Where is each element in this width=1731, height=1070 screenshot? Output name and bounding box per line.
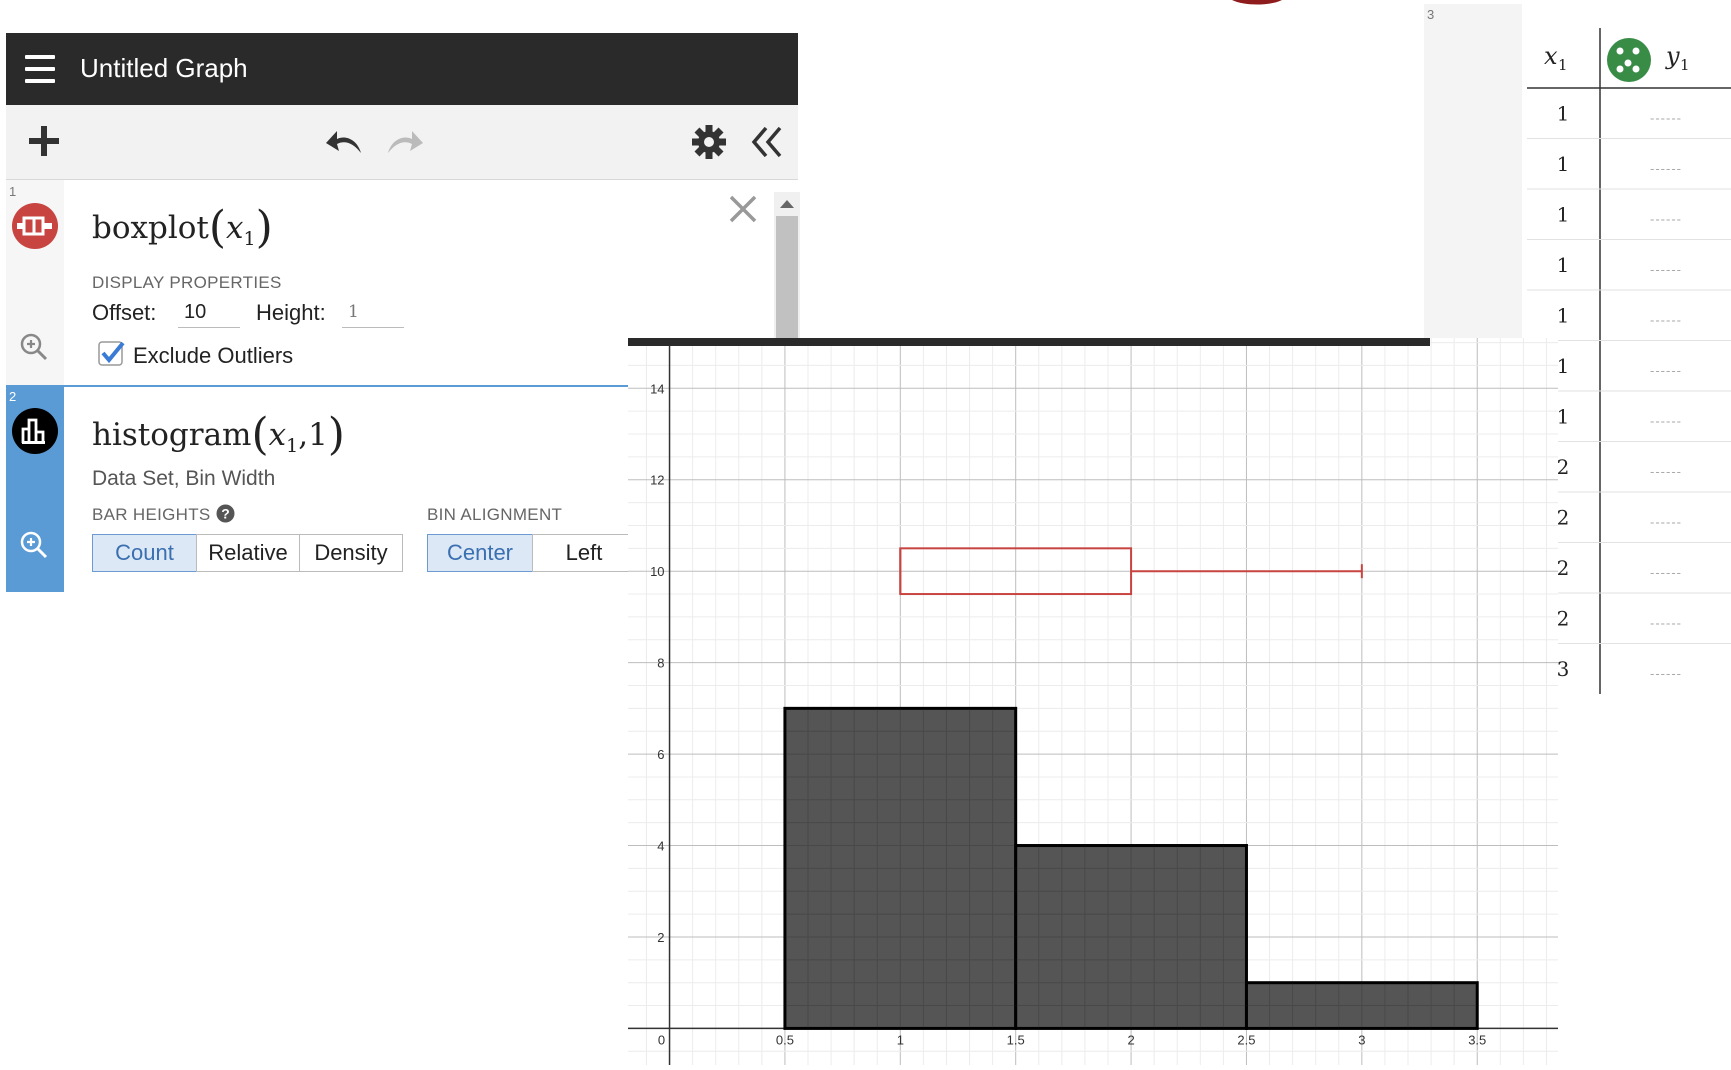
table-cell-y1-placeholder[interactable]: ------ bbox=[1650, 363, 1682, 378]
table-cell-x1[interactable]: 1 bbox=[1557, 152, 1570, 176]
bar-heights-label: BAR HEIGHTS bbox=[92, 505, 211, 524]
expression-number: 2 bbox=[9, 389, 17, 404]
help-icon[interactable]: ? bbox=[216, 504, 235, 523]
table-cell-x1[interactable]: 2 bbox=[1557, 556, 1570, 580]
table-cell-x1[interactable]: 1 bbox=[1557, 253, 1570, 277]
graph-header: Untitled Graph bbox=[6, 33, 798, 105]
table-cell-y1-placeholder[interactable]: ------ bbox=[1650, 161, 1682, 176]
y-tick-label: 10 bbox=[650, 564, 664, 579]
exclude-outliers-checkbox[interactable] bbox=[98, 340, 125, 367]
decorative-fragment bbox=[1232, 0, 1282, 5]
series-point-dot bbox=[1632, 65, 1640, 73]
table-cell-y1-placeholder[interactable]: ------ bbox=[1650, 666, 1682, 681]
height-input[interactable]: 1 bbox=[342, 297, 404, 328]
offset-input[interactable]: 10 bbox=[178, 297, 240, 328]
hamburger-menu-icon[interactable] bbox=[25, 55, 55, 83]
y-tick-label: 4 bbox=[657, 839, 664, 854]
series-point-dot bbox=[1616, 65, 1624, 73]
table-cell-y1-placeholder[interactable]: ------ bbox=[1650, 262, 1682, 277]
x-tick-label: 0 bbox=[658, 1032, 665, 1047]
scroll-up-arrow-icon[interactable] bbox=[780, 200, 794, 208]
table-cell-y1-placeholder[interactable]: ------ bbox=[1650, 464, 1682, 479]
table-cell-x1[interactable]: 1 bbox=[1557, 404, 1570, 428]
expression-latex[interactable]: histogram(x1,1) bbox=[92, 409, 345, 460]
table-cell-x1[interactable]: 1 bbox=[1557, 303, 1570, 327]
series-point-dot bbox=[1624, 59, 1632, 67]
series-point-dot bbox=[1632, 47, 1640, 55]
expression-gutter: 1 bbox=[6, 180, 64, 385]
function-arg-subscript: 1 bbox=[243, 228, 256, 251]
table-cell-y1-placeholder[interactable]: ------ bbox=[1650, 565, 1682, 580]
column-header-y1-subscript: 1 bbox=[1680, 56, 1690, 74]
boxplot-icon[interactable] bbox=[11, 202, 59, 250]
table-cell-x1[interactable]: 2 bbox=[1557, 505, 1570, 529]
x-tick-label: 0.5 bbox=[776, 1032, 794, 1047]
function-arg: x bbox=[226, 210, 244, 246]
table-cell-x1[interactable]: 1 bbox=[1557, 101, 1570, 125]
table-cell-x1[interactable]: 2 bbox=[1557, 606, 1570, 630]
column-header-x1-subscript: 1 bbox=[1558, 56, 1568, 74]
expression-toolbar bbox=[6, 105, 798, 180]
bar-heights-relative-button[interactable]: Relative bbox=[196, 534, 300, 572]
redo-icon[interactable] bbox=[384, 127, 424, 157]
table-cell-y1-placeholder[interactable]: ------ bbox=[1650, 413, 1682, 428]
x-tick-label: 3.5 bbox=[1468, 1032, 1486, 1047]
graph-paper[interactable]: 0 0.5 1 1.5 2 2.5 3 3.5 2 4 6 8 10 12 14 bbox=[628, 338, 1558, 1065]
zoom-fit-icon[interactable] bbox=[19, 530, 49, 560]
column-header-x1[interactable]: x bbox=[1544, 42, 1558, 70]
column-header-y1[interactable]: y bbox=[1665, 42, 1680, 70]
expression-gutter-selected: 2 bbox=[6, 387, 64, 592]
graph-canvas[interactable]: 0 0.5 1 1.5 2 2.5 3 3.5 2 4 6 8 10 12 14 bbox=[628, 338, 1558, 1065]
function-hint: Data Set, Bin Width bbox=[92, 467, 276, 490]
expression-number: 1 bbox=[9, 184, 17, 199]
function-arg-2: 1 bbox=[308, 417, 328, 453]
function-arg: x bbox=[268, 417, 287, 453]
function-name: boxplot bbox=[92, 210, 209, 246]
graph-title[interactable]: Untitled Graph bbox=[80, 53, 248, 84]
offset-label: Offset: bbox=[92, 300, 157, 325]
histogram-icon[interactable] bbox=[11, 407, 59, 455]
y-tick-label: 8 bbox=[657, 656, 664, 671]
y-tick-label: 6 bbox=[657, 747, 664, 762]
undo-icon[interactable] bbox=[325, 127, 365, 157]
add-item-icon[interactable] bbox=[28, 125, 60, 157]
table-cell-y1-placeholder[interactable]: ------ bbox=[1650, 312, 1682, 327]
svg-text:?: ? bbox=[221, 506, 230, 522]
table-cell-y1-placeholder[interactable]: ------ bbox=[1650, 615, 1682, 630]
series-point-dot bbox=[1616, 47, 1624, 55]
bin-alignment-left-button[interactable]: Left bbox=[532, 534, 636, 572]
table-cell-y1-placeholder[interactable]: ------ bbox=[1650, 514, 1682, 529]
function-arg-subscript: 1 bbox=[286, 435, 299, 458]
table-cell-x1[interactable]: 2 bbox=[1557, 455, 1570, 479]
settings-gear-icon[interactable] bbox=[692, 125, 726, 159]
table-cell-x1[interactable]: 1 bbox=[1557, 202, 1570, 226]
collapse-list-icon[interactable] bbox=[750, 125, 784, 159]
table-cell-y1-placeholder[interactable]: ------ bbox=[1650, 110, 1682, 125]
display-properties-label: DISPLAY PROPERTIES bbox=[92, 273, 282, 292]
y-tick-label: 2 bbox=[657, 930, 664, 945]
bar-heights-density-button[interactable]: Density bbox=[299, 534, 403, 572]
table-cell-x1[interactable]: 1 bbox=[1557, 354, 1570, 378]
delete-expression-icon[interactable] bbox=[728, 194, 758, 224]
table-cell-x1[interactable]: 3 bbox=[1557, 657, 1570, 681]
exclude-outliers-label: Exclude Outliers bbox=[133, 343, 294, 368]
table-cell-y1-placeholder[interactable]: ------ bbox=[1650, 211, 1682, 226]
x-tick-label: 2.5 bbox=[1237, 1032, 1255, 1047]
x-tick-label: 2 bbox=[1127, 1032, 1134, 1047]
x-tick-label: 1 bbox=[897, 1032, 904, 1047]
x-tick-label: 1.5 bbox=[1007, 1032, 1025, 1047]
y-tick-label: 12 bbox=[650, 473, 664, 488]
height-label: Height: bbox=[256, 300, 326, 325]
zoom-fit-icon[interactable] bbox=[19, 332, 49, 362]
bar-heights-count-button[interactable]: Count bbox=[92, 534, 197, 572]
graph-top-border bbox=[628, 338, 1430, 346]
y-tick-label: 14 bbox=[650, 381, 664, 396]
bin-alignment-center-button[interactable]: Center bbox=[427, 534, 533, 572]
bin-alignment-label: BIN ALIGNMENT bbox=[427, 505, 563, 524]
x-tick-label: 3 bbox=[1358, 1032, 1365, 1047]
expression-latex[interactable]: boxplot(x1) bbox=[92, 202, 273, 253]
function-name: histogram bbox=[92, 417, 252, 453]
